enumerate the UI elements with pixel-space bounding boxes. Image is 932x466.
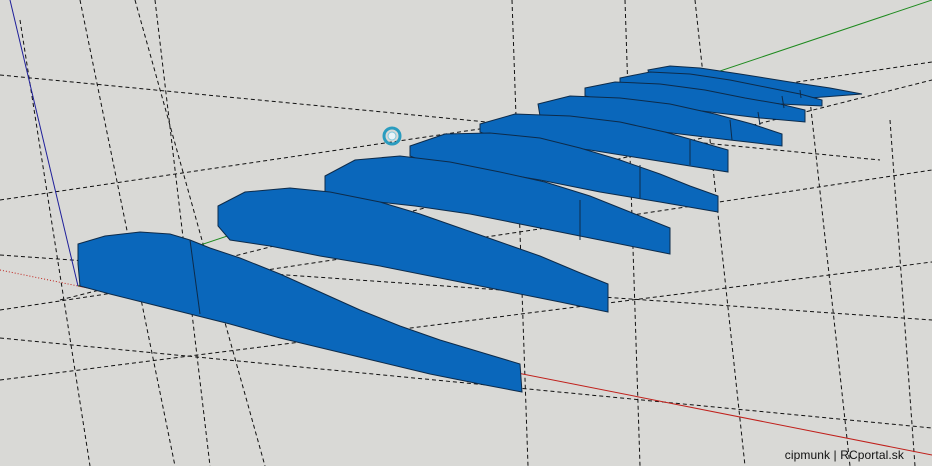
orbit-cursor-icon <box>382 126 402 146</box>
watermark-text: cipmunk | RCportal.sk <box>784 448 904 462</box>
axes <box>0 0 932 456</box>
x-axis-negative <box>0 269 79 287</box>
guide-line <box>889 119 916 466</box>
guide-line <box>154 0 211 466</box>
model-canvas[interactable] <box>0 0 932 466</box>
3d-viewport[interactable]: cipmunk | RCportal.sk <box>0 0 932 466</box>
z-axis <box>9 0 79 287</box>
